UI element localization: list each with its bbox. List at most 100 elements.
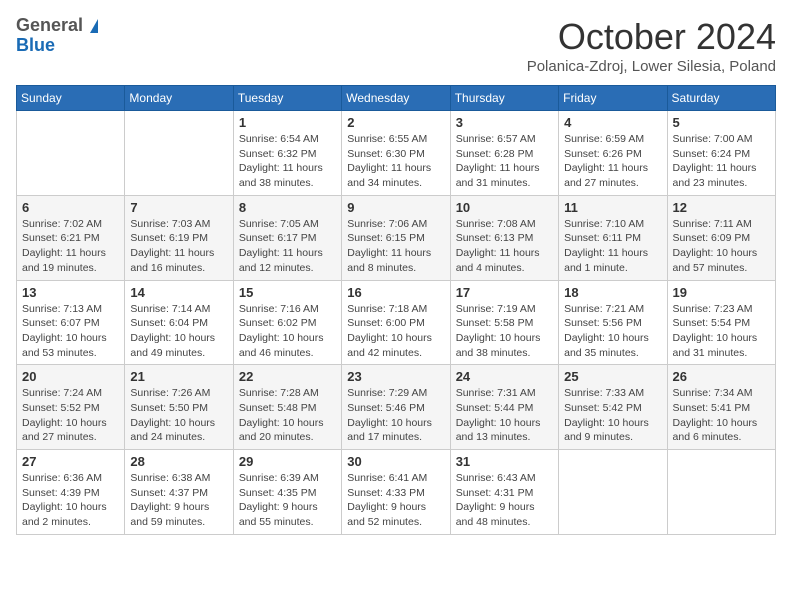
day-number: 2 bbox=[347, 115, 444, 130]
day-number: 27 bbox=[22, 454, 119, 469]
day-info: Sunrise: 7:06 AM Sunset: 6:15 PM Dayligh… bbox=[347, 217, 444, 276]
day-info: Sunrise: 7:24 AM Sunset: 5:52 PM Dayligh… bbox=[22, 386, 119, 445]
calendar-cell: 13 Sunrise: 7:13 AM Sunset: 6:07 PM Dayli… bbox=[17, 280, 125, 365]
day-number: 4 bbox=[564, 115, 661, 130]
calendar-cell: 31 Sunrise: 6:43 AM Sunset: 4:31 PM Dayli… bbox=[450, 450, 558, 535]
day-number: 17 bbox=[456, 285, 553, 300]
day-number: 10 bbox=[456, 200, 553, 215]
calendar-cell: 23 Sunrise: 7:29 AM Sunset: 5:46 PM Dayli… bbox=[342, 365, 450, 450]
day-number: 16 bbox=[347, 285, 444, 300]
calendar-cell: 12Sunrise: 7:11 AM Sunset: 6:09 PM Dayli… bbox=[667, 195, 775, 280]
day-info: Sunrise: 6:39 AM Sunset: 4:35 PM Dayligh… bbox=[239, 471, 336, 530]
day-info: Sunrise: 7:13 AM Sunset: 6:07 PM Dayligh… bbox=[22, 302, 119, 361]
day-number: 30 bbox=[347, 454, 444, 469]
calendar-cell: 11 Sunrise: 7:10 AM Sunset: 6:11 PM Dayli… bbox=[559, 195, 667, 280]
day-info: Sunrise: 7:31 AM Sunset: 5:44 PM Dayligh… bbox=[456, 386, 553, 445]
day-info: Sunrise: 6:36 AM Sunset: 4:39 PM Dayligh… bbox=[22, 471, 119, 530]
calendar-cell: 6 Sunrise: 7:02 AM Sunset: 6:21 PM Daylig… bbox=[17, 195, 125, 280]
day-number: 15 bbox=[239, 285, 336, 300]
dow-header: Wednesday bbox=[342, 86, 450, 111]
calendar-cell: 28Sunrise: 6:38 AM Sunset: 4:37 PM Dayli… bbox=[125, 450, 233, 535]
day-number: 20 bbox=[22, 369, 119, 384]
calendar-cell: 2 Sunrise: 6:55 AM Sunset: 6:30 PM Daylig… bbox=[342, 111, 450, 196]
calendar-cell: 24 Sunrise: 7:31 AM Sunset: 5:44 PM Dayli… bbox=[450, 365, 558, 450]
calendar-table: SundayMondayTuesdayWednesdayThursdayFrid… bbox=[16, 85, 776, 535]
day-info: Sunrise: 7:19 AM Sunset: 5:58 PM Dayligh… bbox=[456, 302, 553, 361]
day-info: Sunrise: 7:11 AM Sunset: 6:09 PM Dayligh… bbox=[673, 217, 770, 276]
calendar-cell: 20 Sunrise: 7:24 AM Sunset: 5:52 PM Dayli… bbox=[17, 365, 125, 450]
dow-header: Tuesday bbox=[233, 86, 341, 111]
day-number: 13 bbox=[22, 285, 119, 300]
day-info: Sunrise: 6:59 AM Sunset: 6:26 PM Dayligh… bbox=[564, 132, 661, 191]
day-number: 8 bbox=[239, 200, 336, 215]
day-number: 14 bbox=[130, 285, 227, 300]
day-info: Sunrise: 6:55 AM Sunset: 6:30 PM Dayligh… bbox=[347, 132, 444, 191]
day-info: Sunrise: 7:26 AM Sunset: 5:50 PM Dayligh… bbox=[130, 386, 227, 445]
day-number: 11 bbox=[564, 200, 661, 215]
day-info: Sunrise: 7:18 AM Sunset: 6:00 PM Dayligh… bbox=[347, 302, 444, 361]
day-info: Sunrise: 6:43 AM Sunset: 4:31 PM Dayligh… bbox=[456, 471, 553, 530]
day-info: Sunrise: 7:03 AM Sunset: 6:19 PM Dayligh… bbox=[130, 217, 227, 276]
calendar-cell: 17 Sunrise: 7:19 AM Sunset: 5:58 PM Dayli… bbox=[450, 280, 558, 365]
day-number: 31 bbox=[456, 454, 553, 469]
calendar-cell: 4 Sunrise: 6:59 AM Sunset: 6:26 PM Daylig… bbox=[559, 111, 667, 196]
calendar-cell: 21 Sunrise: 7:26 AM Sunset: 5:50 PM Dayli… bbox=[125, 365, 233, 450]
calendar-cell: 16 Sunrise: 7:18 AM Sunset: 6:00 PM Dayli… bbox=[342, 280, 450, 365]
calendar-cell: 9 Sunrise: 7:06 AM Sunset: 6:15 PM Daylig… bbox=[342, 195, 450, 280]
calendar-cell bbox=[17, 111, 125, 196]
logo-general: General bbox=[16, 15, 83, 35]
day-number: 26 bbox=[673, 369, 770, 384]
calendar-cell: 15 Sunrise: 7:16 AM Sunset: 6:02 PM Dayli… bbox=[233, 280, 341, 365]
day-info: Sunrise: 7:14 AM Sunset: 6:04 PM Dayligh… bbox=[130, 302, 227, 361]
day-number: 22 bbox=[239, 369, 336, 384]
dow-header: Thursday bbox=[450, 86, 558, 111]
day-number: 9 bbox=[347, 200, 444, 215]
day-info: Sunrise: 7:34 AM Sunset: 5:41 PM Dayligh… bbox=[673, 386, 770, 445]
calendar-cell: 26 Sunrise: 7:34 AM Sunset: 5:41 PM Dayli… bbox=[667, 365, 775, 450]
logo-blue: Blue bbox=[16, 35, 55, 55]
day-number: 25 bbox=[564, 369, 661, 384]
day-info: Sunrise: 7:00 AM Sunset: 6:24 PM Dayligh… bbox=[673, 132, 770, 191]
day-number: 23 bbox=[347, 369, 444, 384]
calendar-cell: 14 Sunrise: 7:14 AM Sunset: 6:04 PM Dayli… bbox=[125, 280, 233, 365]
calendar-cell: 25 Sunrise: 7:33 AM Sunset: 5:42 PM Dayli… bbox=[559, 365, 667, 450]
calendar-cell: 22 Sunrise: 7:28 AM Sunset: 5:48 PM Dayli… bbox=[233, 365, 341, 450]
day-info: Sunrise: 7:33 AM Sunset: 5:42 PM Dayligh… bbox=[564, 386, 661, 445]
day-info: Sunrise: 7:23 AM Sunset: 5:54 PM Dayligh… bbox=[673, 302, 770, 361]
day-number: 19 bbox=[673, 285, 770, 300]
day-info: Sunrise: 7:29 AM Sunset: 5:46 PM Dayligh… bbox=[347, 386, 444, 445]
calendar-cell bbox=[667, 450, 775, 535]
day-info: Sunrise: 7:05 AM Sunset: 6:17 PM Dayligh… bbox=[239, 217, 336, 276]
day-info: Sunrise: 7:16 AM Sunset: 6:02 PM Dayligh… bbox=[239, 302, 336, 361]
dow-header: Sunday bbox=[17, 86, 125, 111]
title-area: October 2024 Polanica-Zdroj, Lower Siles… bbox=[527, 16, 776, 75]
day-info: Sunrise: 7:10 AM Sunset: 6:11 PM Dayligh… bbox=[564, 217, 661, 276]
calendar-cell: 7 Sunrise: 7:03 AM Sunset: 6:19 PM Daylig… bbox=[125, 195, 233, 280]
calendar-cell: 1 Sunrise: 6:54 AM Sunset: 6:32 PM Daylig… bbox=[233, 111, 341, 196]
day-number: 24 bbox=[456, 369, 553, 384]
day-info: Sunrise: 6:54 AM Sunset: 6:32 PM Dayligh… bbox=[239, 132, 336, 191]
day-number: 3 bbox=[456, 115, 553, 130]
page-header: General Blue October 2024 Polanica-Zdroj… bbox=[16, 16, 776, 75]
calendar-cell: 18 Sunrise: 7:21 AM Sunset: 5:56 PM Dayli… bbox=[559, 280, 667, 365]
day-info: Sunrise: 7:02 AM Sunset: 6:21 PM Dayligh… bbox=[22, 217, 119, 276]
calendar-cell: 29 Sunrise: 6:39 AM Sunset: 4:35 PM Dayli… bbox=[233, 450, 341, 535]
day-number: 1 bbox=[239, 115, 336, 130]
day-number: 28 bbox=[130, 454, 227, 469]
month-title: October 2024 bbox=[527, 16, 776, 58]
day-info: Sunrise: 7:21 AM Sunset: 5:56 PM Dayligh… bbox=[564, 302, 661, 361]
calendar-cell: 27 Sunrise: 6:36 AM Sunset: 4:39 PM Dayli… bbox=[17, 450, 125, 535]
day-number: 7 bbox=[130, 200, 227, 215]
calendar-cell: 19 Sunrise: 7:23 AM Sunset: 5:54 PM Dayli… bbox=[667, 280, 775, 365]
day-number: 21 bbox=[130, 369, 227, 384]
calendar-cell: 30Sunrise: 6:41 AM Sunset: 4:33 PM Dayli… bbox=[342, 450, 450, 535]
dow-header: Monday bbox=[125, 86, 233, 111]
day-number: 6 bbox=[22, 200, 119, 215]
calendar-cell: 3Sunrise: 6:57 AM Sunset: 6:28 PM Daylig… bbox=[450, 111, 558, 196]
calendar-cell: 5Sunrise: 7:00 AM Sunset: 6:24 PM Daylig… bbox=[667, 111, 775, 196]
calendar-cell bbox=[559, 450, 667, 535]
day-number: 29 bbox=[239, 454, 336, 469]
day-info: Sunrise: 7:28 AM Sunset: 5:48 PM Dayligh… bbox=[239, 386, 336, 445]
day-number: 18 bbox=[564, 285, 661, 300]
calendar-cell bbox=[125, 111, 233, 196]
